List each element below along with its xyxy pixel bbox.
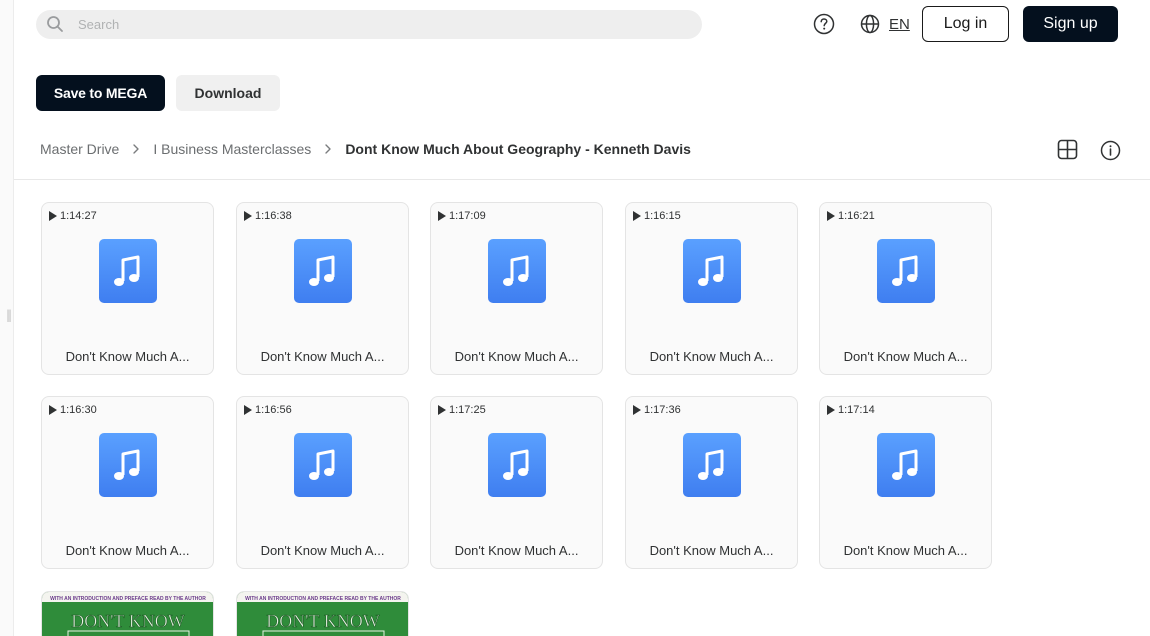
duration-badge: 1:16:30 [49,404,97,416]
cover-title: DON'T KNOW [266,611,379,631]
file-card[interactable]: 1:17:14 Don't Know Much A... [819,396,992,569]
file-card[interactable]: 1:16:56 Don't Know Much A... [236,396,409,569]
duration-badge: 1:17:14 [827,404,875,416]
play-icon [633,405,641,415]
play-icon [244,405,252,415]
audio-file-icon [683,239,741,303]
play-icon [438,211,446,221]
file-card[interactable]: 1:16:30 Don't Know Much A... [41,396,214,569]
file-card[interactable]: 1:17:09 Don't Know Much A... [430,202,603,375]
breadcrumb-item-business-masterclasses[interactable]: I Business Masterclasses [153,141,311,157]
divider [14,179,1150,180]
file-name: Don't Know Much A... [843,349,968,364]
chevron-right-icon [325,144,332,154]
audio-file-icon [488,433,546,497]
image-file-card[interactable]: WITH AN INTRODUCTION AND PREFACE READ BY… [41,591,214,636]
search-bar[interactable] [36,10,702,39]
duration-badge: 1:16:21 [827,210,875,222]
file-name: Don't Know Much A... [843,543,968,558]
grid-view-icon[interactable] [1057,139,1078,160]
file-name: Don't Know Much A... [649,349,774,364]
help-icon[interactable] [813,13,835,35]
language-label[interactable]: EN [889,16,910,33]
duration-badge: 1:17:36 [633,404,681,416]
language-selector[interactable]: EN [860,13,910,35]
page: || EN Log in Sign up Save to MEGA Downlo… [0,0,1150,636]
breadcrumb: Master Drive I Business Masterclasses Do… [40,140,691,158]
left-panel-strip: || [0,0,14,636]
play-icon [438,405,446,415]
audio-file-icon [683,433,741,497]
file-card[interactable]: 1:17:36 Don't Know Much A... [625,396,798,569]
audio-file-icon [294,433,352,497]
file-card[interactable]: 1:16:15 Don't Know Much A... [625,202,798,375]
duration-label: 1:17:09 [449,210,486,222]
chevron-right-icon [133,144,140,154]
audio-file-icon [877,433,935,497]
book-cover-thumbnail: WITH AN INTRODUCTION AND PREFACE READ BY… [237,592,408,636]
duration-badge: 1:17:25 [438,404,486,416]
play-icon [633,211,641,221]
play-icon [49,405,57,415]
save-to-mega-button[interactable]: Save to MEGA [36,75,165,111]
login-button[interactable]: Log in [922,6,1009,42]
play-icon [827,211,835,221]
audio-file-icon [99,433,157,497]
cover-tagline: WITH AN INTRODUCTION AND PREFACE READ BY… [245,596,401,602]
file-name: Don't Know Much A... [65,349,190,364]
file-card[interactable]: 1:17:25 Don't Know Much A... [430,396,603,569]
globe-icon [860,14,880,34]
file-card[interactable]: 1:14:27 Don't Know Much A... [41,202,214,375]
duration-label: 1:16:15 [644,210,681,222]
breadcrumb-current-folder: Dont Know Much About Geography - Kenneth… [345,141,691,157]
file-name: Don't Know Much A... [260,543,385,558]
play-icon [244,211,252,221]
image-file-card[interactable]: WITH AN INTRODUCTION AND PREFACE READ BY… [236,591,409,636]
info-icon[interactable] [1100,140,1121,161]
duration-badge: 1:14:27 [49,210,97,222]
file-name: Don't Know Much A... [454,543,579,558]
duration-badge: 1:16:56 [244,404,292,416]
play-icon [827,405,835,415]
file-name: Don't Know Much A... [65,543,190,558]
file-card[interactable]: 1:16:21 Don't Know Much A... [819,202,992,375]
audio-file-icon [488,239,546,303]
duration-badge: 1:16:15 [633,210,681,222]
duration-label: 1:17:25 [449,404,486,416]
file-name: Don't Know Much A... [649,543,774,558]
audio-file-icon [877,239,935,303]
duration-label: 1:16:38 [255,210,292,222]
cover-title: DON'T KNOW [71,611,184,631]
search-input[interactable] [78,10,678,39]
file-card[interactable]: 1:16:38 Don't Know Much A... [236,202,409,375]
download-button[interactable]: Download [176,75,280,111]
duration-label: 1:17:14 [838,404,875,416]
duration-label: 1:17:36 [644,404,681,416]
breadcrumb-item-master-drive[interactable]: Master Drive [40,141,119,157]
duration-badge: 1:16:38 [244,210,292,222]
resize-handle[interactable]: || [6,308,12,322]
search-icon [47,16,63,32]
signup-button[interactable]: Sign up [1023,6,1118,42]
audio-file-icon [294,239,352,303]
audio-file-icon [99,239,157,303]
cover-tagline: WITH AN INTRODUCTION AND PREFACE READ BY… [50,596,206,602]
play-icon [49,211,57,221]
file-name: Don't Know Much A... [454,349,579,364]
duration-label: 1:16:30 [60,404,97,416]
book-cover-thumbnail: WITH AN INTRODUCTION AND PREFACE READ BY… [42,592,213,636]
duration-label: 1:16:21 [838,210,875,222]
duration-label: 1:14:27 [60,210,97,222]
file-name: Don't Know Much A... [260,349,385,364]
duration-label: 1:16:56 [255,404,292,416]
duration-badge: 1:17:09 [438,210,486,222]
